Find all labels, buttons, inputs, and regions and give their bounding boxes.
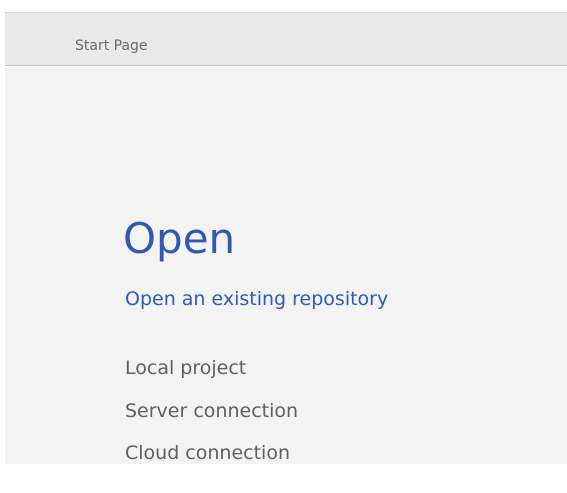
bottom-area [5, 464, 567, 493]
local-project-link[interactable]: Local project [125, 357, 246, 379]
tab-bar: Start Page [5, 13, 567, 66]
tab-start-page[interactable]: Start Page [75, 38, 148, 54]
server-connection-link[interactable]: Server connection [125, 400, 298, 422]
start-page-content: Open Open an existing repository Local p… [5, 67, 567, 464]
start-page-window: Start Page Open Open an existing reposit… [0, 0, 567, 493]
open-section-title: Open [123, 214, 236, 263]
cloud-connection-link[interactable]: Cloud connection [125, 442, 290, 464]
open-existing-repository-link[interactable]: Open an existing repository [125, 288, 388, 310]
